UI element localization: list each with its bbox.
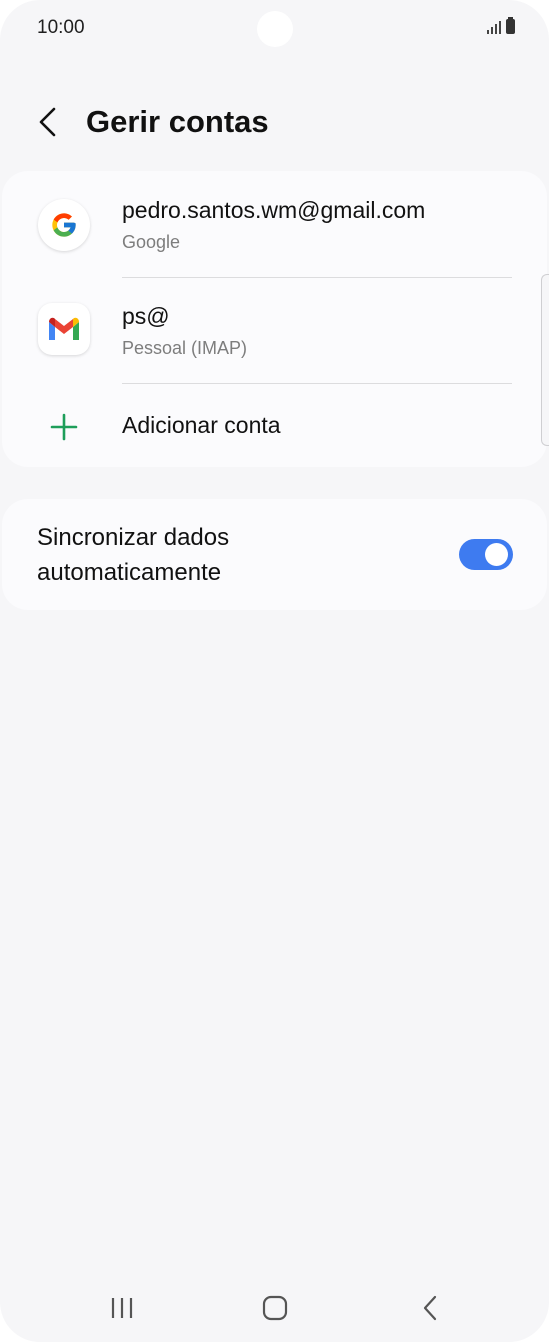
navigation-bar	[0, 1270, 549, 1342]
sync-toggle[interactable]	[459, 539, 513, 570]
scroll-indicator	[541, 274, 549, 446]
back-icon	[423, 1295, 437, 1321]
account-type: Google	[122, 232, 181, 252]
toggle-knob	[485, 543, 508, 566]
account-row-imap[interactable]: ps@ Pessoal (IMAP)	[2, 278, 547, 383]
add-account-label: Adicionar conta	[122, 412, 281, 438]
account-email: pedro.santos.wm@gmail.com	[122, 197, 426, 223]
home-icon	[262, 1295, 288, 1321]
chevron-left-icon	[39, 107, 56, 137]
gmail-icon	[38, 303, 90, 355]
status-icons	[487, 17, 515, 34]
account-email: ps@	[122, 303, 170, 329]
status-bar: 10:00	[0, 0, 549, 60]
nav-back-button[interactable]	[410, 1288, 450, 1328]
camera-cutout	[257, 11, 293, 47]
battery-icon	[506, 17, 515, 34]
sync-card: Sincronizar dados automaticamente	[2, 499, 547, 610]
page-title: Gerir contas	[86, 104, 269, 139]
google-icon	[38, 199, 90, 251]
account-row-google[interactable]: pedro.santos.wm@gmail.com Google	[2, 171, 547, 277]
sync-label: Sincronizar dados automaticamente	[37, 524, 230, 586]
recent-apps-icon	[111, 1298, 133, 1318]
recent-apps-button[interactable]	[102, 1288, 142, 1328]
account-type: Pessoal (IMAP)	[122, 338, 248, 358]
home-button[interactable]	[255, 1288, 295, 1328]
plus-icon	[50, 413, 78, 441]
back-button[interactable]	[28, 102, 68, 142]
signal-icon	[487, 20, 501, 34]
header: Gerir contas	[0, 90, 549, 154]
accounts-card: pedro.santos.wm@gmail.com Google ps@ Pes…	[2, 171, 547, 467]
status-time: 10:00	[37, 17, 85, 38]
add-account-button[interactable]: Adicionar conta	[2, 384, 547, 467]
screen: 10:00 Gerir contas pedro.santos.wm@gmail…	[0, 0, 549, 1342]
